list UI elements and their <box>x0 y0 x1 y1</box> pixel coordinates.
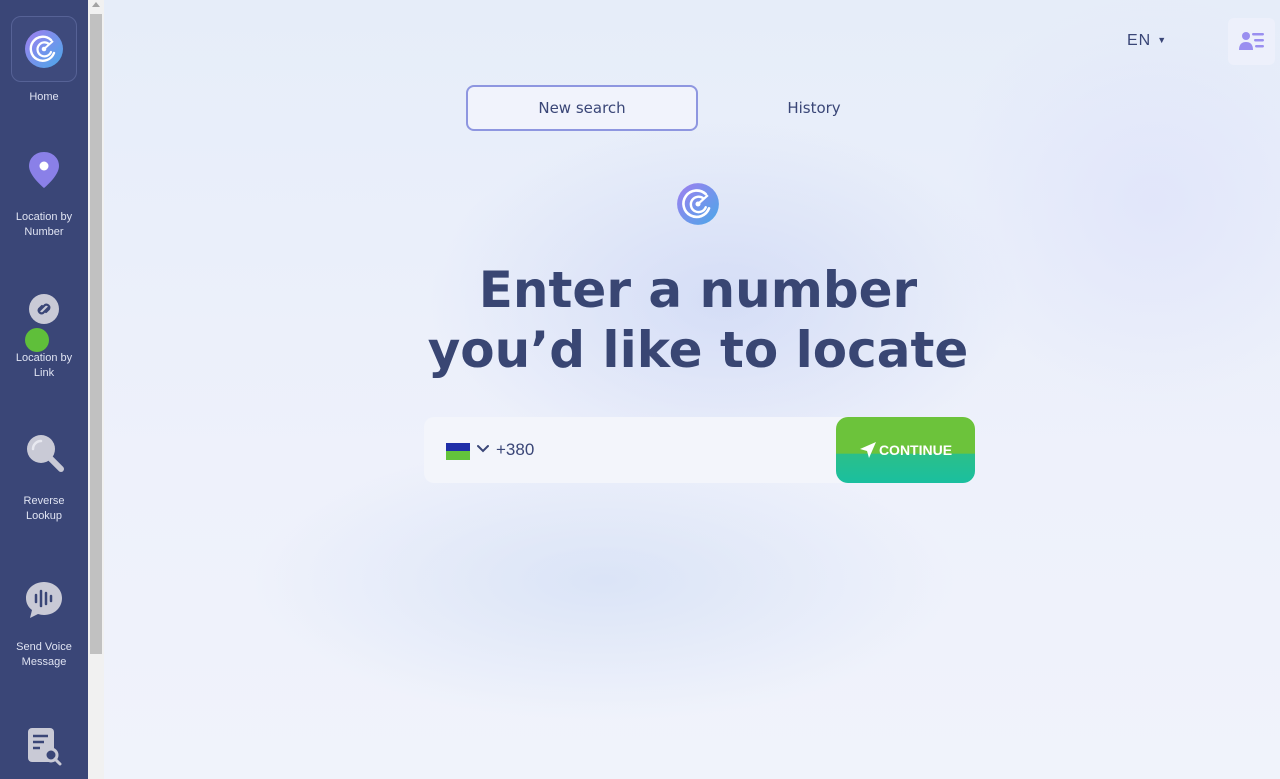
radar-logo-icon <box>677 183 719 225</box>
profile-list-icon <box>1238 31 1264 50</box>
document-search-icon <box>28 728 62 766</box>
phone-search-bar: CONTINUE <box>424 417 975 483</box>
sidebar-item-label: Location by Link <box>15 352 73 379</box>
sidebar-item-label: Location by Number <box>15 211 73 238</box>
tab-new-search[interactable]: New search <box>466 85 698 131</box>
sidebar-item-send-voice-message[interactable]: Send Voice Message <box>0 580 88 670</box>
send-arrow-icon <box>859 442 876 458</box>
continue-button-label: CONTINUE <box>878 442 953 458</box>
caret-down-icon: ▼ <box>1157 35 1168 45</box>
link-icon <box>29 294 59 324</box>
sidebar-item-label: Send Voice Message <box>16 641 72 668</box>
language-selector[interactable]: EN ▼ <box>1127 32 1167 50</box>
headline-line-1: Enter a number <box>478 261 918 319</box>
scrollbar-thumb[interactable] <box>90 14 102 654</box>
scrollbar[interactable] <box>88 0 104 779</box>
profile-button[interactable] <box>1228 18 1275 65</box>
cursor-indicator <box>25 328 49 352</box>
radar-logo-icon <box>25 30 63 68</box>
home-box <box>11 16 77 82</box>
main-content: EN ▼ New search History Enter a number yo… <box>104 0 1280 779</box>
scroll-up-arrow-icon[interactable] <box>92 2 100 7</box>
page-headline: Enter a number you’d like to locate <box>104 260 1280 380</box>
search-tabs: New search History <box>466 85 930 131</box>
chevron-down-icon[interactable] <box>477 444 489 454</box>
phone-number-input[interactable] <box>496 435 826 465</box>
sidebar-item-document-search[interactable] <box>0 726 88 768</box>
sidebar-item-location-by-number[interactable]: Location by Number <box>0 150 88 240</box>
tab-history[interactable]: History <box>698 85 930 131</box>
sidebar-item-label: Home <box>29 91 59 103</box>
language-label: EN <box>1127 32 1152 49</box>
continue-button[interactable]: CONTINUE <box>836 417 975 483</box>
sidebar-item-label: Reverse Lookup <box>23 495 65 522</box>
ukraine-flag-icon[interactable] <box>446 443 470 460</box>
map-pin-icon <box>29 152 59 188</box>
sidebar-item-reverse-lookup[interactable]: Reverse Lookup <box>0 432 88 524</box>
headline-line-2: you’d like to locate <box>427 321 969 379</box>
voice-message-icon <box>26 582 62 618</box>
sidebar-item-home[interactable]: Home <box>0 10 88 105</box>
magnifier-icon <box>27 435 64 472</box>
sidebar: Home Location by Number Location by Link… <box>0 0 88 779</box>
